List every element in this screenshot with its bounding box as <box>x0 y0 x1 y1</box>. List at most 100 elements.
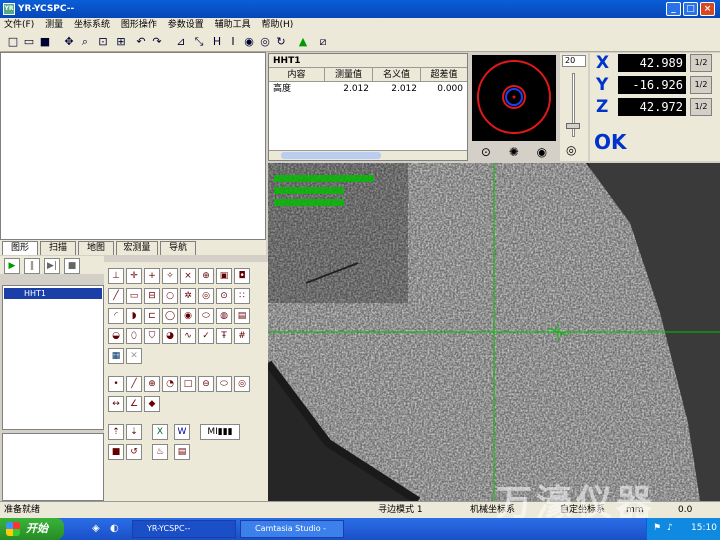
task-camtasia[interactable]: Camtasia Studio - <box>240 520 344 538</box>
horizontal-scrollbar[interactable] <box>269 150 467 160</box>
menu-parameter-settings[interactable]: 参数设置 <box>164 18 208 33</box>
crosshair-icon[interactable]: ✛ <box>126 268 142 284</box>
eye-tool-icon[interactable]: ◕ <box>162 328 178 344</box>
redo-icon[interactable]: ↷ <box>150 35 164 49</box>
camera-view[interactable] <box>268 163 720 501</box>
sort-down-icon[interactable]: ⇣ <box>126 424 142 440</box>
target-tool-icon[interactable]: ◎ <box>198 288 214 304</box>
multi-circle-icon[interactable]: ∷ <box>234 288 250 304</box>
gauge-tool-icon[interactable]: ◍ <box>216 308 232 324</box>
gear-tool-icon[interactable]: ✲ <box>180 288 196 304</box>
menu-file[interactable]: 文件(F) <box>0 18 38 33</box>
feature-tree[interactable]: HHT1 <box>2 285 104 430</box>
play-icon[interactable]: ▶ <box>4 258 20 274</box>
circle-tool-icon[interactable]: ○ <box>162 288 178 304</box>
probe-icon[interactable]: ⊥ <box>108 268 124 284</box>
scrollbar-thumb[interactable] <box>281 152 381 159</box>
image-icon[interactable]: ▣ <box>216 268 232 284</box>
camera-icon[interactable]: ◘ <box>234 268 250 284</box>
minimize-button[interactable]: _ <box>666 2 681 16</box>
save-icon[interactable]: ■ <box>38 35 52 49</box>
pause-icon[interactable]: ‖ <box>24 258 40 274</box>
auto-edge-icon[interactable]: ✧ <box>162 268 178 284</box>
home-icon[interactable]: ▲ <box>296 35 310 49</box>
menu-coordinate-system[interactable]: 坐标系统 <box>70 18 114 33</box>
circle-measure-2-icon[interactable]: ◎ <box>258 35 272 49</box>
plane-icon[interactable]: ◆ <box>144 396 160 412</box>
save-report-icon[interactable]: ■ <box>108 444 124 460</box>
surface-light-icon[interactable]: ◉ <box>537 145 547 159</box>
menu-auxiliary-tools[interactable]: 辅助工具 <box>211 18 255 33</box>
table-row[interactable]: 高度 2.012 2.012 0.000 <box>269 82 467 96</box>
calculator-icon[interactable]: ▦ <box>108 348 124 364</box>
maximize-button[interactable]: □ <box>683 2 698 16</box>
box-tool-icon[interactable]: ▤ <box>234 308 250 324</box>
coaxial-light-icon[interactable]: ⊙ <box>481 145 491 159</box>
menu-graphic-operation[interactable]: 图形操作 <box>117 18 161 33</box>
zoom-area-icon[interactable]: ⊞ <box>114 35 128 49</box>
x-half-button[interactable]: 1/2 <box>690 54 712 72</box>
arc-icon[interactable]: ◔ <box>162 376 178 392</box>
start-button[interactable]: 开始 <box>0 518 64 540</box>
paint-icon[interactable]: ♨ <box>152 444 168 460</box>
menu-measure[interactable]: 测量 <box>41 18 67 33</box>
open-icon[interactable]: ▭ <box>22 35 36 49</box>
volume-icon[interactable]: ♪ <box>667 523 673 533</box>
oval-tool-icon[interactable]: ⬯ <box>126 328 142 344</box>
arc-tool-icon[interactable]: ◜ <box>108 308 124 324</box>
close-button[interactable]: × <box>700 2 715 16</box>
tab-scan[interactable]: 扫描 <box>40 241 76 255</box>
line-icon[interactable]: ╱ <box>126 376 142 392</box>
ring-tool-icon[interactable]: ◯ <box>162 308 178 324</box>
rectangle-icon[interactable]: □ <box>180 376 196 392</box>
circle-center-icon[interactable]: ⊕ <box>144 376 160 392</box>
tab-map[interactable]: 地图 <box>78 241 114 255</box>
graphic-canvas[interactable] <box>0 52 266 240</box>
point-cross-icon[interactable]: + <box>144 268 160 284</box>
line-tool-icon[interactable]: ╱ <box>108 288 124 304</box>
zoom-icon[interactable]: ⌕ <box>78 35 92 49</box>
bottom-light-icon[interactable]: ◎ <box>566 143 576 157</box>
undo-icon[interactable]: ↶ <box>134 35 148 49</box>
task-app[interactable]: YR-YCSPC-- <box>132 520 236 538</box>
concentric-tool-icon[interactable]: ◉ <box>180 308 196 324</box>
z-half-button[interactable]: 1/2 <box>690 98 712 116</box>
quick-launch-icon[interactable]: ◈ <box>92 523 100 534</box>
tab-navigation[interactable]: 导航 <box>160 241 196 255</box>
distance-icon[interactable]: ↔ <box>108 396 124 412</box>
rotate-icon[interactable]: ↻ <box>274 35 288 49</box>
step-icon[interactable]: ▶| <box>44 258 60 274</box>
move-icon[interactable]: ✥ <box>62 35 76 49</box>
network-icon[interactable]: ⚑ <box>653 523 661 533</box>
shape-tool-icon[interactable]: ◒ <box>108 328 124 344</box>
rect-tool-icon[interactable]: ▭ <box>126 288 142 304</box>
excel-icon[interactable]: X <box>152 424 168 440</box>
new-icon[interactable]: □ <box>6 35 20 49</box>
measure-h-icon[interactable]: H <box>210 35 224 49</box>
check-tool-icon[interactable]: ✓ <box>198 328 214 344</box>
slot-tool-icon[interactable]: ⊟ <box>144 288 160 304</box>
clock[interactable]: 15:10 <box>691 523 717 533</box>
zoom-handle[interactable] <box>566 123 580 129</box>
tab-macro[interactable]: 宏测量 <box>116 241 158 255</box>
media-icon[interactable]: ◐ <box>110 523 119 534</box>
height-tool-icon[interactable]: Ŧ <box>216 328 232 344</box>
ring-icon[interactable]: ◎ <box>234 376 250 392</box>
window-icon[interactable]: ⧄ <box>316 35 330 49</box>
ellipse-tool-icon[interactable]: ⬭ <box>198 308 214 324</box>
measure-distance-icon[interactable]: ⤡ <box>192 35 206 49</box>
cancel-point-icon[interactable]: ⨯ <box>180 268 196 284</box>
bracket-tool-icon[interactable]: ⊏ <box>144 308 160 324</box>
refresh-icon[interactable]: ↺ <box>126 444 142 460</box>
tree-node[interactable]: HHT1 <box>4 288 102 299</box>
tab-graphic[interactable]: 图形 <box>2 241 38 255</box>
ellipse-icon[interactable]: ⬭ <box>216 376 232 392</box>
circle-measure-icon[interactable]: ◉ <box>242 35 256 49</box>
zoom-fit-icon[interactable]: ⊡ <box>96 35 110 49</box>
color-report-icon[interactable]: MI▮▮▮ <box>200 424 240 440</box>
slot-icon[interactable]: ⊖ <box>198 376 214 392</box>
shield-tool-icon[interactable]: ⛉ <box>144 328 160 344</box>
ring-light-button-icon[interactable]: ✺ <box>509 145 519 159</box>
measure-angle-icon[interactable]: ⊿ <box>174 35 188 49</box>
angle-icon[interactable]: ∠ <box>126 396 142 412</box>
